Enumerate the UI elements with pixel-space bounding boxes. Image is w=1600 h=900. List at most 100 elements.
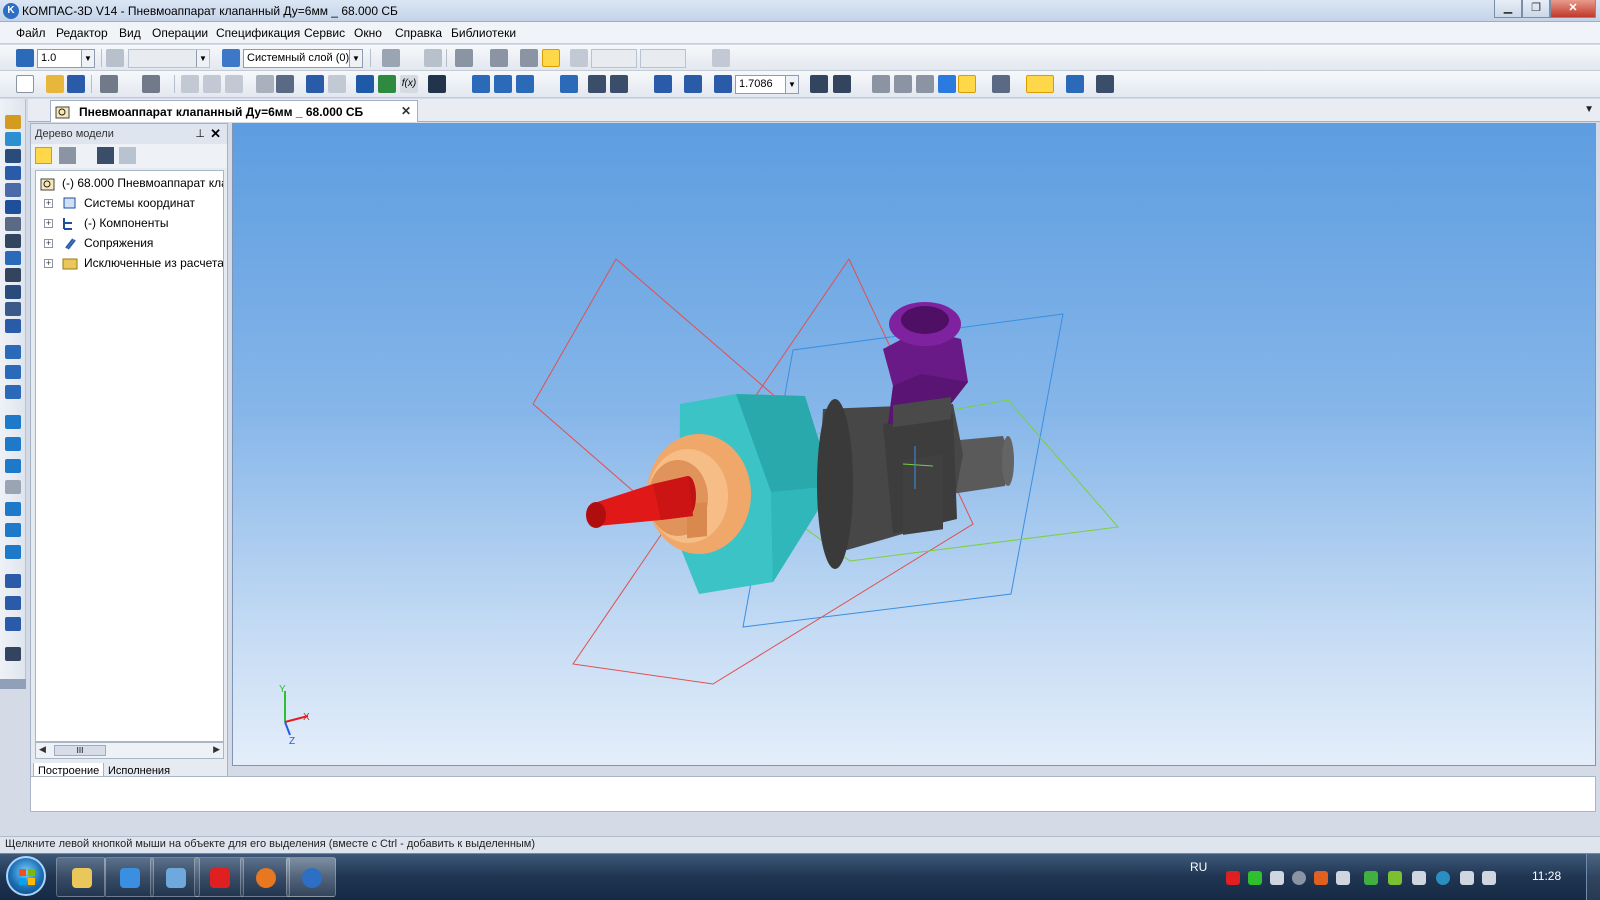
snap-active-icon[interactable] bbox=[542, 49, 560, 67]
scroll-right-icon[interactable]: ▶ bbox=[213, 744, 220, 755]
thin-lines-icon[interactable] bbox=[916, 75, 934, 93]
curves-icon[interactable] bbox=[5, 149, 21, 163]
format-painter-icon[interactable] bbox=[256, 75, 274, 93]
grid-icon[interactable] bbox=[455, 49, 473, 67]
close-panel-icon[interactable]: ✕ bbox=[210, 126, 221, 142]
taskbar-yandex[interactable] bbox=[194, 857, 244, 897]
tray-volume-icon[interactable] bbox=[1482, 871, 1496, 885]
measure-icon[interactable] bbox=[472, 75, 490, 93]
reports-icon[interactable] bbox=[5, 285, 21, 299]
start-button[interactable] bbox=[6, 856, 46, 896]
minimize-button[interactable]: ▁ bbox=[1494, 0, 1522, 18]
tree-structure-icon[interactable] bbox=[35, 147, 52, 164]
redo-icon[interactable] bbox=[328, 75, 346, 93]
paste-icon[interactable] bbox=[225, 75, 243, 93]
menu-help[interactable]: Справка bbox=[395, 26, 442, 40]
sheet-metal-icon[interactable] bbox=[5, 345, 21, 359]
tree-props-icon[interactable] bbox=[119, 147, 136, 164]
spec-icon[interactable] bbox=[588, 75, 606, 93]
flange[interactable] bbox=[817, 399, 853, 569]
taskbar-media[interactable] bbox=[104, 857, 154, 897]
perspective-icon[interactable] bbox=[992, 75, 1010, 93]
taskbar-firefox[interactable] bbox=[240, 857, 290, 897]
toolbar-resize-handle[interactable] bbox=[0, 679, 26, 689]
orientation-icon[interactable] bbox=[833, 75, 851, 93]
menu-operations[interactable]: Операции bbox=[152, 26, 208, 40]
revolve-icon[interactable] bbox=[5, 437, 21, 451]
close-tab-icon[interactable]: ✕ bbox=[401, 104, 411, 118]
report-icon[interactable] bbox=[610, 75, 628, 93]
tray-usb-icon[interactable] bbox=[1412, 871, 1426, 885]
fillet-icon[interactable] bbox=[5, 502, 21, 516]
tree-item-coordinate-systems[interactable]: + Системы координат bbox=[36, 195, 223, 213]
tray-flag-icon[interactable] bbox=[1460, 871, 1474, 885]
local-cs-icon[interactable] bbox=[424, 49, 442, 67]
elements-icon[interactable] bbox=[5, 302, 21, 316]
tray-keyboard-icon[interactable] bbox=[1336, 871, 1350, 885]
menu-view[interactable]: Вид bbox=[119, 26, 141, 40]
expand-icon[interactable]: + bbox=[44, 259, 53, 268]
zoom-window-icon[interactable] bbox=[654, 75, 672, 93]
tree-item-mates[interactable]: + Сопряжения bbox=[36, 235, 223, 253]
menu-window[interactable]: Окно bbox=[354, 26, 382, 40]
properties-list-icon[interactable] bbox=[276, 75, 294, 93]
language-indicator[interactable]: RU bbox=[1190, 860, 1207, 874]
tree-item-excluded[interactable]: + Исключенные из расчета bbox=[36, 255, 223, 273]
menu-specification[interactable]: Спецификация bbox=[216, 26, 300, 40]
tray-torrent-icon[interactable] bbox=[1364, 871, 1378, 885]
extrude-icon[interactable] bbox=[5, 415, 21, 429]
tray-antivirus-icon[interactable] bbox=[1226, 871, 1240, 885]
assembly-3d-scene[interactable]: Y X Z bbox=[233, 124, 1597, 767]
loft-icon[interactable] bbox=[5, 480, 21, 494]
step-field[interactable]: 1.0 ▼ bbox=[37, 49, 95, 68]
menu-file[interactable]: Файл bbox=[16, 26, 46, 40]
tab-list-arrow-icon[interactable]: ▼ bbox=[1584, 104, 1594, 115]
orthogonal-icon[interactable] bbox=[490, 49, 508, 67]
help-pointer-icon[interactable] bbox=[428, 75, 446, 93]
manager-icon[interactable] bbox=[356, 75, 374, 93]
open-folder-icon[interactable] bbox=[46, 75, 64, 93]
angle-icon[interactable] bbox=[106, 49, 124, 67]
add-component-icon[interactable] bbox=[5, 596, 21, 610]
rotate-icon[interactable] bbox=[810, 75, 828, 93]
properties-panel[interactable] bbox=[30, 776, 1596, 812]
move-component-icon[interactable] bbox=[5, 617, 21, 631]
object-params-icon[interactable] bbox=[1096, 75, 1114, 93]
restore-button[interactable]: ❐ bbox=[1522, 0, 1550, 18]
edit-part-icon[interactable] bbox=[5, 115, 21, 129]
pin-icon[interactable]: ⊥ bbox=[195, 127, 205, 140]
housing-block[interactable] bbox=[903, 454, 943, 535]
assembly-icon[interactable] bbox=[5, 132, 21, 146]
zoom-in-icon[interactable] bbox=[714, 75, 732, 93]
layer-select[interactable]: Системный слой (0) ▼ bbox=[243, 49, 363, 68]
mass-properties-icon[interactable] bbox=[516, 75, 534, 93]
mates-icon[interactable] bbox=[5, 217, 21, 231]
scroll-thumb[interactable]: III bbox=[54, 745, 106, 756]
snap-icon[interactable] bbox=[520, 49, 538, 67]
tray-skype-icon[interactable] bbox=[1436, 871, 1450, 885]
scroll-left-icon[interactable]: ◀ bbox=[39, 744, 46, 755]
chevron-down-icon[interactable]: ▼ bbox=[81, 50, 94, 67]
tree-view-mode-icon[interactable] bbox=[59, 147, 76, 164]
shell-icon[interactable] bbox=[5, 545, 21, 559]
save-icon[interactable] bbox=[67, 75, 85, 93]
angle-field[interactable]: ▼ bbox=[128, 49, 210, 68]
document-tab[interactable]: Пневмоаппарат клапанный Ду=6мм _ 68.000 … bbox=[50, 100, 418, 122]
zoom-fit-icon[interactable] bbox=[684, 75, 702, 93]
wireframe-icon[interactable] bbox=[872, 75, 890, 93]
filter-active-icon[interactable] bbox=[1026, 75, 1054, 93]
show-desktop-button[interactable] bbox=[1586, 854, 1600, 900]
menu-libraries[interactable]: Библиотеки bbox=[451, 26, 516, 40]
taskbar-kompas[interactable] bbox=[286, 857, 336, 897]
select-icon[interactable] bbox=[1066, 75, 1084, 93]
tray-update-icon[interactable] bbox=[1248, 871, 1262, 885]
expand-icon[interactable]: + bbox=[44, 199, 53, 208]
model-viewport[interactable]: Y X Z bbox=[232, 123, 1596, 766]
tray-nvidia-icon[interactable] bbox=[1388, 871, 1402, 885]
close-button[interactable]: ✕ bbox=[1550, 0, 1596, 18]
variables-icon[interactable]: f(x) bbox=[400, 75, 418, 93]
tree-root[interactable]: (-) 68.000 Пневмоаппарат кла bbox=[36, 175, 223, 193]
layer-icon[interactable] bbox=[222, 49, 240, 67]
measure-tools-icon[interactable] bbox=[5, 234, 21, 248]
clock[interactable]: 11:28 bbox=[1532, 869, 1561, 883]
